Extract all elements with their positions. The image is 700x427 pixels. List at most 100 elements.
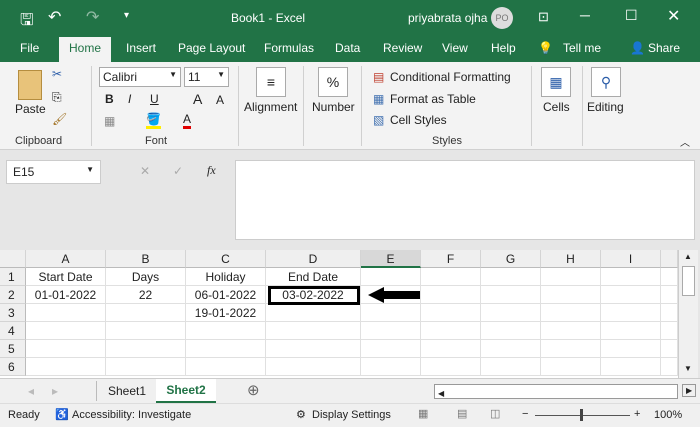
zoom-slider-thumb[interactable] xyxy=(580,409,583,421)
row-header[interactable]: 5 xyxy=(0,340,26,358)
scroll-down-icon[interactable]: ▼ xyxy=(684,364,692,373)
cell[interactable]: End Date xyxy=(266,268,361,286)
cell[interactable] xyxy=(266,358,361,376)
cell[interactable] xyxy=(541,304,601,322)
cell[interactable] xyxy=(186,322,266,340)
display-settings-button[interactable]: Display Settings xyxy=(312,409,391,421)
cell[interactable] xyxy=(601,358,661,376)
format-painter-icon[interactable]: 🖌 xyxy=(52,112,67,126)
cell[interactable] xyxy=(361,322,421,340)
tab-help[interactable]: Help xyxy=(491,41,516,55)
zoom-level[interactable]: 100% xyxy=(654,409,682,421)
italic-button[interactable]: I xyxy=(128,92,131,106)
format-as-table-button[interactable]: Format as Table xyxy=(390,92,476,106)
prev-sheet-icon[interactable]: ◂ xyxy=(28,384,34,398)
save-icon[interactable]: 🖫 xyxy=(20,9,34,36)
cut-icon[interactable]: ✂ xyxy=(52,67,62,81)
redo-icon[interactable]: ↷ xyxy=(86,7,99,27)
cell[interactable] xyxy=(541,268,601,286)
alignment-icon[interactable]: ≡ xyxy=(256,67,286,97)
cell[interactable] xyxy=(481,268,541,286)
scroll-thumb[interactable] xyxy=(682,266,695,296)
cell[interactable] xyxy=(361,304,421,322)
cell[interactable] xyxy=(601,286,661,304)
search-icon[interactable]: ⚲ xyxy=(591,67,621,97)
increase-font-button[interactable]: A xyxy=(193,91,202,107)
bold-button[interactable]: B xyxy=(105,92,114,106)
column-header[interactable]: H xyxy=(541,250,601,268)
cell[interactable]: 06-01-2022 xyxy=(186,286,266,304)
scroll-right-icon[interactable]: ▶ xyxy=(682,384,697,397)
cell[interactable] xyxy=(661,268,678,286)
row-header[interactable]: 2 xyxy=(0,286,26,304)
cell[interactable]: Days xyxy=(106,268,186,286)
cell[interactable] xyxy=(541,340,601,358)
minimize-icon[interactable]: ─ xyxy=(580,7,590,23)
font-name-select[interactable]: Calibri ▼ xyxy=(99,67,181,87)
cell[interactable] xyxy=(26,304,106,322)
tab-view[interactable]: View xyxy=(442,41,468,55)
cell[interactable]: Holiday xyxy=(186,268,266,286)
cell[interactable] xyxy=(601,268,661,286)
undo-icon[interactable]: ↶ xyxy=(48,7,61,27)
tab-file[interactable]: File xyxy=(20,41,39,55)
fill-color-icon[interactable]: 🪣 xyxy=(146,112,161,129)
cell[interactable] xyxy=(26,358,106,376)
cell[interactable] xyxy=(361,340,421,358)
normal-view-icon[interactable]: ▦ xyxy=(418,407,428,420)
next-sheet-icon[interactable]: ▸ xyxy=(52,384,58,398)
tab-page-layout[interactable]: Page Layout xyxy=(178,41,245,55)
tab-formulas[interactable]: Formulas xyxy=(264,41,314,55)
zoom-in-icon[interactable]: + xyxy=(634,408,640,420)
cell[interactable] xyxy=(186,358,266,376)
cell[interactable]: Start Date xyxy=(26,268,106,286)
cell[interactable] xyxy=(541,286,601,304)
cell[interactable] xyxy=(661,340,678,358)
tab-data[interactable]: Data xyxy=(335,41,360,55)
tab-insert[interactable]: Insert xyxy=(126,41,156,55)
borders-icon[interactable]: ▦ xyxy=(104,114,115,128)
cell[interactable] xyxy=(421,286,481,304)
conditional-formatting-button[interactable]: Conditional Formatting xyxy=(390,70,511,84)
cell[interactable] xyxy=(601,304,661,322)
cell[interactable] xyxy=(106,304,186,322)
paste-icon[interactable] xyxy=(18,70,42,100)
insert-function-button[interactable]: fx xyxy=(207,163,216,178)
cell[interactable] xyxy=(421,322,481,340)
cell[interactable] xyxy=(481,304,541,322)
cell[interactable] xyxy=(421,268,481,286)
column-header[interactable]: C xyxy=(186,250,266,268)
cancel-icon[interactable]: ✕ xyxy=(140,164,150,178)
cell[interactable] xyxy=(661,358,678,376)
cells-icon[interactable]: ▦ xyxy=(541,67,571,97)
cell[interactable] xyxy=(481,340,541,358)
cell[interactable] xyxy=(266,340,361,358)
sheet-tab-sheet2[interactable]: Sheet2 xyxy=(156,379,216,403)
cell[interactable] xyxy=(601,322,661,340)
cell[interactable] xyxy=(26,322,106,340)
name-box[interactable]: E15 ▼ xyxy=(6,160,101,184)
column-header[interactable]: D xyxy=(266,250,361,268)
collapse-ribbon-icon[interactable]: ︿ xyxy=(680,134,690,149)
decrease-font-button[interactable]: A xyxy=(216,93,224,107)
underline-button[interactable]: U xyxy=(150,92,159,106)
cell[interactable]: 19-01-2022 xyxy=(186,304,266,322)
cell[interactable] xyxy=(186,340,266,358)
cell[interactable] xyxy=(361,268,421,286)
enter-icon[interactable]: ✓ xyxy=(173,164,183,178)
formula-input[interactable] xyxy=(235,160,695,240)
cell[interactable] xyxy=(26,340,106,358)
sheet-tab-sheet1[interactable]: Sheet1 xyxy=(108,384,146,398)
cell[interactable] xyxy=(421,340,481,358)
select-all-corner[interactable] xyxy=(0,250,26,268)
tell-me-search[interactable]: Tell me xyxy=(563,41,601,55)
editing-button[interactable]: Editing xyxy=(587,100,624,114)
horizontal-scrollbar[interactable]: ◀ xyxy=(434,384,678,399)
zoom-out-icon[interactable]: − xyxy=(522,408,528,420)
cell[interactable] xyxy=(106,322,186,340)
row-header[interactable]: 3 xyxy=(0,304,26,322)
cells-button[interactable]: Cells xyxy=(543,100,570,114)
close-icon[interactable]: ✕ xyxy=(667,6,680,26)
cell[interactable] xyxy=(601,340,661,358)
customize-toolbar-icon[interactable]: ▾ xyxy=(124,10,129,21)
